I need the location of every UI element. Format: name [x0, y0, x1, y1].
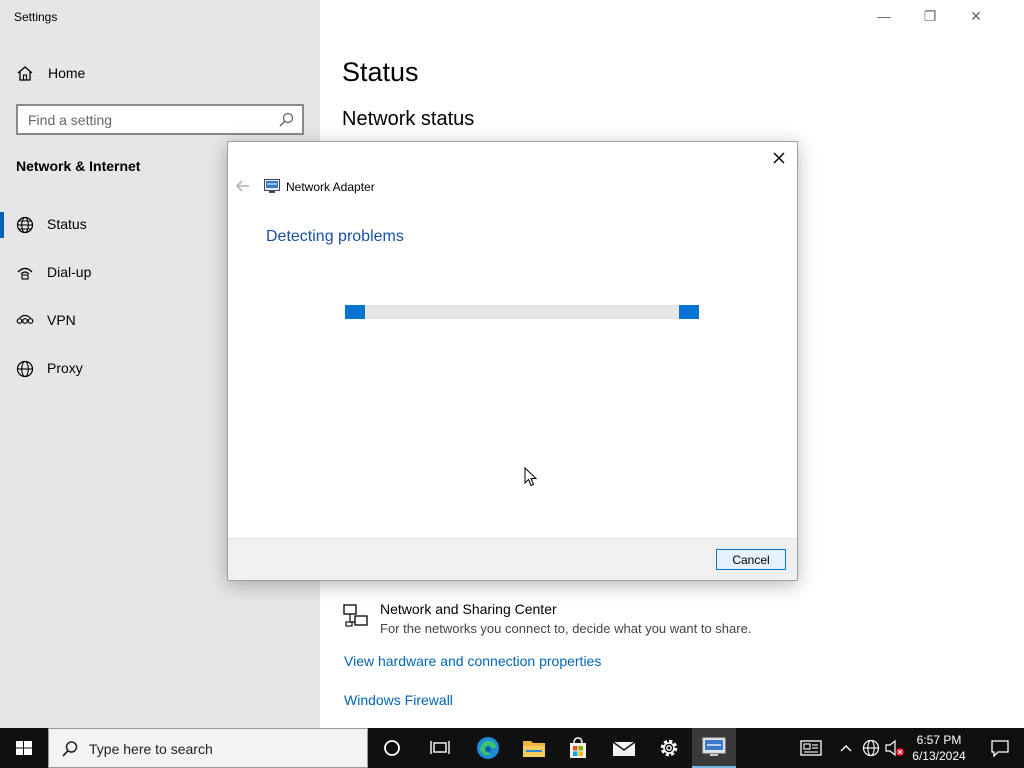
sidebar-item-label: Status	[47, 216, 87, 232]
taskbar-search-box[interactable]: Type here to search	[48, 728, 368, 768]
minimize-button[interactable]: —	[874, 6, 894, 26]
network-tray-button[interactable]	[860, 728, 882, 768]
taskbar-clock[interactable]: 6:57 PM 6/13/2024	[906, 732, 972, 764]
sidebar-item-label: VPN	[47, 312, 76, 328]
network-sharing-icon	[343, 604, 368, 627]
volume-muted-icon	[885, 739, 904, 757]
close-icon[interactable]	[769, 148, 789, 168]
network-sharing-center-description: For the networks you connect to, decide …	[380, 621, 752, 636]
dialog-footer: Cancel	[228, 538, 797, 580]
vpn-icon	[16, 314, 34, 324]
taskbar-search-placeholder: Type here to search	[89, 741, 213, 757]
cancel-button[interactable]: Cancel	[716, 549, 786, 570]
network-globe-icon	[862, 739, 880, 757]
sidebar-home-label: Home	[48, 65, 86, 81]
settings-taskbar-button[interactable]	[647, 728, 691, 768]
active-indicator	[0, 212, 4, 238]
taskbar: Type here to search 6:57 PM 6/13/2024	[0, 728, 1024, 768]
windows-firewall-link[interactable]: Windows Firewall	[344, 692, 453, 708]
cortana-icon	[384, 740, 400, 756]
file-explorer-taskbar-button[interactable]	[512, 728, 556, 768]
progress-segment	[345, 305, 365, 319]
news-tray-button[interactable]	[796, 728, 826, 768]
clock-date: 6/13/2024	[912, 749, 966, 763]
store-taskbar-button[interactable]	[556, 728, 600, 768]
page-title: Status	[342, 57, 419, 87]
edge-icon	[477, 737, 499, 759]
folder-icon	[523, 741, 545, 757]
dialog-app-name: Network Adapter	[286, 180, 375, 194]
restore-button[interactable]: ❐	[920, 6, 940, 26]
home-icon	[17, 66, 33, 81]
progress-segment	[679, 305, 699, 319]
news-icon	[800, 740, 822, 756]
windows-logo-icon	[16, 741, 32, 755]
close-button[interactable]: ✕	[966, 6, 986, 26]
mail-taskbar-button[interactable]	[602, 728, 646, 768]
network-adapter-icon	[264, 179, 280, 193]
action-center-button[interactable]	[980, 728, 1020, 768]
gear-icon	[660, 739, 678, 757]
cortana-button[interactable]	[370, 728, 414, 768]
search-icon[interactable]	[278, 112, 294, 128]
indeterminate-progress-bar	[345, 305, 699, 319]
clock-time: 6:57 PM	[916, 733, 962, 747]
app-title: Settings	[14, 10, 58, 24]
view-hardware-properties-link[interactable]: View hardware and connection properties	[344, 653, 601, 669]
volume-tray-button[interactable]	[884, 728, 906, 768]
start-button[interactable]	[0, 728, 48, 768]
sidebar-section-title: Network & Internet	[16, 158, 141, 174]
chevron-up-icon	[840, 745, 852, 752]
troubleshooter-taskbar-button[interactable]	[692, 728, 736, 768]
dialup-icon	[17, 267, 33, 280]
search-icon	[62, 741, 78, 757]
globe-icon	[16, 216, 34, 234]
troubleshooter-dialog: Network Adapter Detecting problems Cance…	[227, 141, 798, 581]
task-view-button[interactable]	[418, 728, 462, 768]
store-icon	[570, 737, 586, 758]
sidebar-item-label: Dial-up	[47, 264, 92, 280]
task-view-icon	[430, 741, 450, 754]
notification-icon	[991, 740, 1009, 757]
network-sharing-center-link[interactable]: Network and Sharing Center	[380, 601, 557, 617]
settings-search-input[interactable]	[18, 106, 268, 133]
sidebar-item-label: Proxy	[47, 360, 83, 376]
mail-icon	[612, 741, 636, 756]
network-adapter-icon	[702, 737, 726, 756]
dialog-heading: Detecting problems	[266, 228, 404, 245]
globe-icon	[16, 360, 34, 378]
window-controls: — ❐ ✕	[874, 0, 1024, 32]
back-arrow-icon[interactable]	[236, 180, 250, 192]
settings-search-box[interactable]	[16, 104, 304, 135]
sidebar-home[interactable]: Home	[0, 58, 320, 88]
network-status-heading: Network status	[342, 108, 475, 130]
mouse-cursor-icon	[524, 467, 538, 487]
show-hidden-icons-button[interactable]	[836, 728, 856, 768]
edge-taskbar-button[interactable]	[466, 728, 510, 768]
